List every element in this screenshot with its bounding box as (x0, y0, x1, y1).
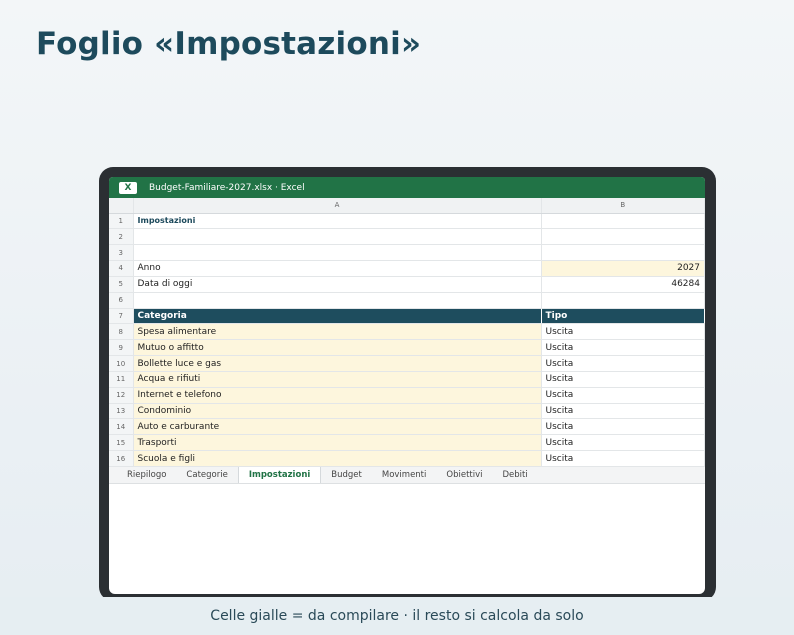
column-header-a[interactable]: A (133, 198, 542, 214)
table-row: 14 Auto e carburante Uscita (109, 418, 705, 436)
cell-b3[interactable] (541, 244, 705, 262)
sheet-tabs-bar: Riepilogo Categorie Impostazioni Budget … (109, 467, 705, 484)
caption: Celle gialle = da compilare · il resto s… (0, 597, 794, 635)
cell-b14[interactable]: Uscita (541, 418, 705, 436)
cell-a9[interactable]: Mutuo o affitto (133, 339, 542, 357)
cell-a5[interactable]: Data di oggi (133, 276, 542, 293)
table-row: 5 Data di oggi 46284 (109, 276, 705, 293)
cell-a10[interactable]: Bollette luce e gas (133, 355, 542, 372)
row-number[interactable]: 3 (109, 244, 134, 262)
cell-a11[interactable]: Acqua e rifiuti (133, 371, 542, 388)
tab-movimenti[interactable]: Movimenti (372, 467, 437, 483)
cell-b5[interactable]: 46284 (541, 276, 705, 293)
table-row: 9 Mutuo o affitto Uscita (109, 339, 705, 357)
row-number[interactable]: 12 (109, 387, 134, 404)
tab-riepilogo[interactable]: Riepilogo (117, 467, 176, 483)
row-number[interactable]: 10 (109, 355, 134, 372)
select-all-corner[interactable] (109, 198, 134, 214)
cell-b6[interactable] (541, 292, 705, 309)
tab-obiettivi[interactable]: Obiettivi (436, 467, 492, 483)
tab-debiti[interactable]: Debiti (493, 467, 538, 483)
cell-a14[interactable]: Auto e carburante (133, 418, 542, 436)
cell-b11[interactable]: Uscita (541, 371, 705, 388)
row-number[interactable]: 11 (109, 371, 134, 388)
table-row: 11 Acqua e rifiuti Uscita (109, 371, 705, 388)
page-title: Foglio «Impostazioni» (36, 26, 422, 62)
cell-b7[interactable]: Tipo (541, 308, 705, 325)
cell-b16[interactable]: Uscita (541, 450, 705, 467)
column-header-b[interactable]: B (541, 198, 705, 214)
table-header-row: 7 Categoria Tipo (109, 308, 705, 325)
cell-a4[interactable]: Anno (133, 260, 542, 277)
excel-window: X Budget-Familiare-2027.xlsx · Excel A B… (109, 177, 705, 594)
cell-a7[interactable]: Categoria (133, 308, 542, 325)
cell-a8[interactable]: Spesa alimentare (133, 323, 542, 341)
row-number[interactable]: 13 (109, 403, 134, 420)
cell-b12[interactable]: Uscita (541, 387, 705, 404)
table-row: 10 Bollette luce e gas Uscita (109, 355, 705, 372)
excel-icon: X (119, 181, 137, 194)
row-number[interactable]: 5 (109, 276, 134, 293)
table-row: 2 (109, 228, 705, 246)
cell-b10[interactable]: Uscita (541, 355, 705, 372)
cell-a15[interactable]: Trasporti (133, 434, 542, 452)
tab-categorie[interactable]: Categorie (176, 467, 237, 483)
cell-b2[interactable] (541, 228, 705, 246)
cell-a1[interactable]: Impostazioni (133, 213, 542, 230)
row-number[interactable]: 2 (109, 228, 134, 246)
window-title: Budget-Familiare-2027.xlsx · Excel (149, 182, 305, 193)
row-number[interactable]: 1 (109, 213, 134, 230)
cell-b1[interactable] (541, 213, 705, 230)
cell-b15[interactable]: Uscita (541, 434, 705, 452)
table-row: 13 Condominio Uscita (109, 403, 705, 420)
table-row: 3 (109, 244, 705, 262)
row-number[interactable]: 7 (109, 308, 134, 325)
tab-budget[interactable]: Budget (321, 467, 372, 483)
cell-b9[interactable]: Uscita (541, 339, 705, 357)
cell-b8[interactable]: Uscita (541, 323, 705, 341)
cell-b4[interactable]: 2027 (541, 260, 705, 277)
table-row: 15 Trasporti Uscita (109, 434, 705, 452)
cell-b13[interactable]: Uscita (541, 403, 705, 420)
table-row: 6 (109, 292, 705, 309)
window-titlebar: X Budget-Familiare-2027.xlsx · Excel (109, 177, 705, 198)
cell-a13[interactable]: Condominio (133, 403, 542, 420)
cell-a3[interactable] (133, 244, 542, 262)
row-number[interactable]: 6 (109, 292, 134, 309)
table-row: 1 Impostazioni (109, 213, 705, 230)
tab-impostazioni[interactable]: Impostazioni (237, 467, 322, 483)
cell-a12[interactable]: Internet e telefono (133, 387, 542, 404)
table-row: 12 Internet e telefono Uscita (109, 387, 705, 404)
spreadsheet-grid: A B 1 Impostazioni 2 3 4 Anno 2027 5 Dat… (109, 198, 705, 467)
column-header-row: A B (109, 198, 705, 214)
row-number[interactable]: 15 (109, 434, 134, 452)
cell-a6[interactable] (133, 292, 542, 309)
row-number[interactable]: 16 (109, 450, 134, 467)
row-number[interactable]: 8 (109, 323, 134, 341)
table-row: 4 Anno 2027 (109, 260, 705, 277)
table-row: 16 Scuola e figli Uscita (109, 450, 705, 467)
cell-a2[interactable] (133, 228, 542, 246)
table-row: 8 Spesa alimentare Uscita (109, 323, 705, 341)
row-number[interactable]: 9 (109, 339, 134, 357)
device-frame: X Budget-Familiare-2027.xlsx · Excel A B… (99, 167, 716, 601)
row-number[interactable]: 14 (109, 418, 134, 436)
row-number[interactable]: 4 (109, 260, 134, 277)
cell-a16[interactable]: Scuola e figli (133, 450, 542, 467)
